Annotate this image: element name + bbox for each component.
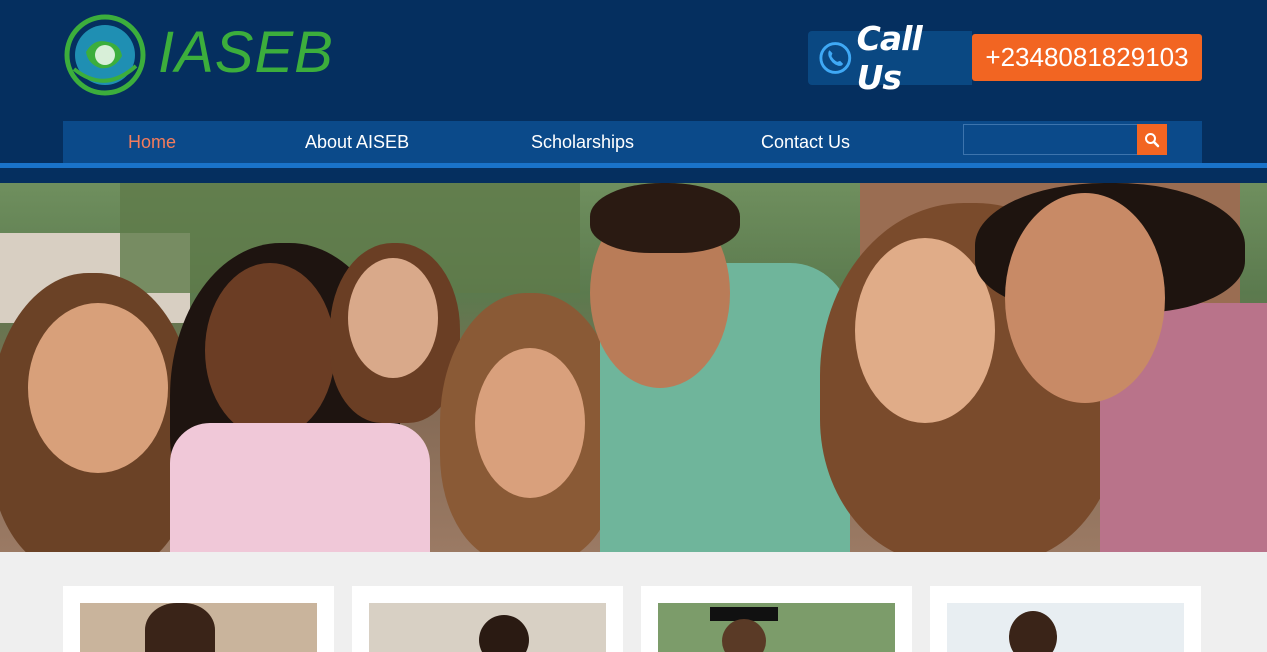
card-1[interactable]: [63, 586, 334, 652]
main-nav: Home About AISEB Scholarships Contact Us: [63, 121, 1202, 163]
card-4-person: [1009, 611, 1057, 652]
hero-image: [0, 183, 1267, 552]
phone-icon: [819, 42, 852, 74]
face-4: [475, 348, 585, 498]
search-button[interactable]: [1137, 124, 1167, 155]
feature-cards: [0, 552, 1267, 652]
nav-home[interactable]: Home: [128, 121, 176, 163]
nav-scholarships[interactable]: Scholarships: [531, 121, 634, 163]
nav-divider: [0, 163, 1267, 168]
face-6: [855, 238, 995, 423]
card-1-person: [145, 603, 215, 652]
site-logo[interactable]: IASEB: [64, 14, 334, 96]
site-header: IASEB Call Us +2348081829103 Home About …: [0, 0, 1267, 183]
call-us-label: Call Us: [856, 19, 923, 97]
card-3[interactable]: [641, 586, 912, 652]
card-3-person: [722, 619, 766, 652]
phone-number[interactable]: +2348081829103: [972, 34, 1202, 81]
globe-logo-icon: [64, 14, 146, 96]
face-1: [28, 303, 168, 473]
face-3: [348, 258, 438, 378]
call-us-badge: Call Us: [808, 19, 972, 97]
search-input[interactable]: [963, 124, 1138, 155]
nav-contact[interactable]: Contact Us: [761, 121, 850, 163]
card-3-image: [658, 603, 895, 652]
card-2-person: [479, 615, 529, 652]
logo-text: IASEB: [158, 19, 334, 85]
nav-about[interactable]: About AISEB: [305, 121, 409, 163]
pink-shirt: [170, 423, 430, 552]
card-4[interactable]: [930, 586, 1201, 652]
face-2: [205, 263, 335, 438]
card-2[interactable]: [352, 586, 623, 652]
card-1-image: [80, 603, 317, 652]
search-icon: [1145, 132, 1160, 147]
face-7: [1005, 193, 1165, 403]
hair-5: [590, 183, 740, 253]
card-4-image: [947, 603, 1184, 652]
card-2-image: [369, 603, 606, 652]
